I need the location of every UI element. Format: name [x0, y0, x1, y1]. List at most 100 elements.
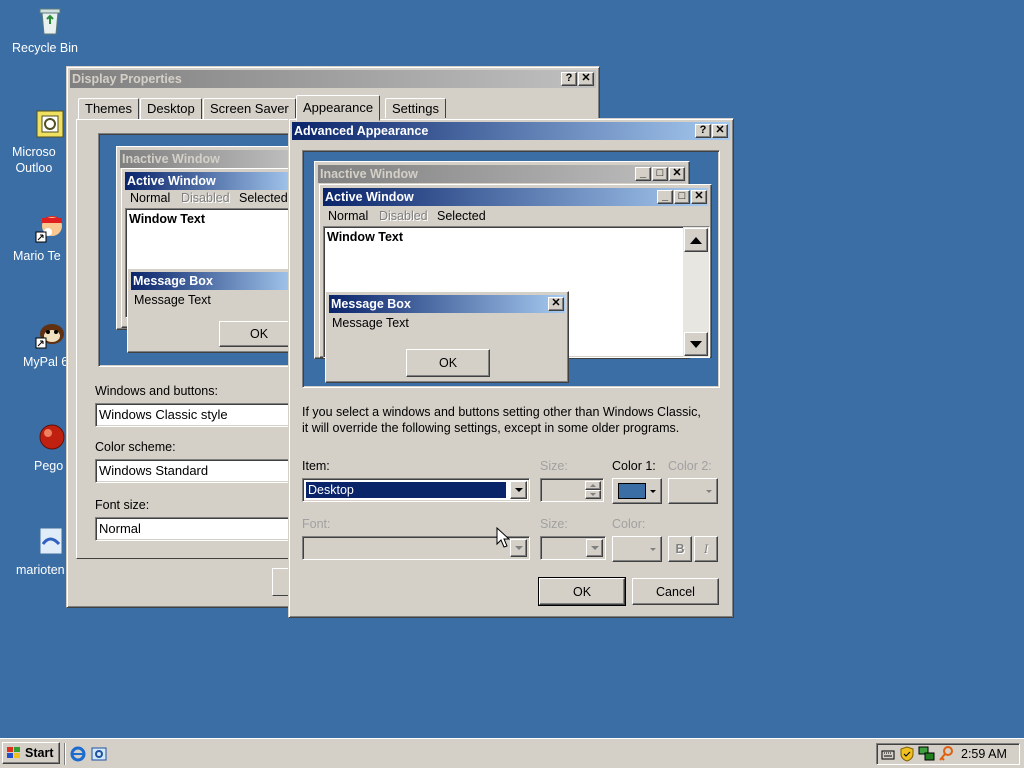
taskbar: Start 2:59 AM — [0, 738, 1024, 768]
size-spinner[interactable] — [540, 478, 604, 502]
icon-label: MyPal 6 — [23, 355, 69, 369]
color2-picker[interactable] — [668, 478, 718, 504]
icon-label: Microso Outloo — [12, 145, 56, 175]
help-button[interactable]: ? — [561, 72, 577, 86]
bold-button[interactable]: B — [668, 536, 692, 562]
close-button[interactable]: ✕ — [712, 124, 728, 138]
preview-msgbox-text: Message Text — [134, 293, 211, 307]
adv-preview-active-title: Active Window — [323, 188, 708, 206]
preview-window-text: Window Text — [129, 212, 206, 226]
chevron-down-icon — [650, 489, 656, 493]
document-icon — [34, 526, 66, 558]
item-select[interactable]: Desktop — [302, 478, 530, 502]
font-size-label: Font size: — [95, 498, 150, 512]
font-size-label: Size: — [540, 517, 568, 531]
start-button[interactable]: Start — [2, 742, 60, 764]
scroll-up-icon — [684, 228, 708, 252]
color-scheme-label: Color scheme: — [95, 440, 176, 454]
cancel-button[interactable]: Cancel — [632, 578, 719, 605]
preview-active-title: Active Window — [125, 172, 297, 190]
adv-preview-menu-disabled: Disabled — [379, 209, 428, 223]
close-icon: ✕ — [548, 297, 564, 311]
info-text-line2: it will override the following settings,… — [302, 421, 680, 435]
font-color-picker[interactable] — [612, 536, 662, 562]
minimize-icon: _ — [635, 167, 651, 181]
key-icon[interactable] — [938, 746, 954, 765]
close-icon: ✕ — [669, 167, 685, 181]
preview-menu-disabled: Disabled — [181, 191, 230, 205]
display-properties-titlebar[interactable]: Display Properties ? ✕ — [70, 70, 596, 88]
preview-menu-selected: Selected — [239, 191, 288, 205]
icon-label: Pego — [34, 459, 64, 473]
chevron-down-icon[interactable] — [586, 539, 603, 557]
tab-screen-saver[interactable]: Screen Saver — [203, 98, 296, 120]
preview-message-box: Message Box Message Text OK — [127, 268, 299, 353]
pego-icon — [34, 422, 66, 454]
preview-ok-button: OK — [219, 321, 299, 347]
color-swatch — [618, 483, 646, 499]
advanced-appearance-titlebar[interactable]: Advanced Appearance ? ✕ — [292, 122, 730, 140]
adv-preview-msgbox-title: Message Box — [329, 295, 565, 313]
font-color-label: Color: — [612, 517, 646, 531]
info-text-line1: If you select a windows and buttons sett… — [302, 405, 701, 419]
preview-scrollbar — [683, 227, 709, 357]
color1-picker[interactable] — [612, 478, 662, 504]
spin-up-icon[interactable] — [585, 481, 601, 490]
windows-buttons-select[interactable]: Windows Classic style — [95, 403, 295, 427]
system-tray: 2:59 AM — [876, 743, 1020, 765]
font-size-select[interactable]: Normal — [95, 517, 295, 541]
spin-down-icon[interactable] — [585, 490, 601, 499]
font-size-select[interactable] — [540, 536, 606, 560]
item-label: Item: — [302, 459, 330, 473]
desktop-icon-recycle-bin[interactable]: Recycle Bin — [12, 4, 88, 55]
windows-logo-icon — [7, 747, 20, 758]
item-selected-value: Desktop — [305, 481, 507, 499]
scroll-down-icon — [684, 332, 708, 356]
network-icon[interactable] — [918, 746, 936, 765]
size-label: Size: — [540, 459, 568, 473]
close-icon: ✕ — [691, 190, 707, 204]
mypal-icon — [34, 318, 66, 350]
preview-menu-normal: Normal — [130, 191, 171, 205]
chevron-down-icon[interactable] — [510, 481, 527, 499]
recycle-bin-icon — [34, 4, 66, 36]
adv-preview-msgbox-text: Message Text — [332, 316, 409, 330]
tab-desktop[interactable]: Desktop — [140, 98, 202, 120]
adv-preview-ok-button: OK — [406, 349, 490, 377]
adv-preview-window-text: Window Text — [327, 230, 404, 244]
adv-preview-menu-normal: Normal — [328, 209, 369, 223]
maximize-icon: □ — [652, 167, 668, 181]
taskbar-divider — [64, 743, 66, 765]
italic-button[interactable]: I — [694, 536, 718, 562]
keyboard-icon[interactable] — [881, 747, 895, 764]
color-scheme-select[interactable]: Windows Standard — [95, 459, 295, 483]
preview-inactive-title: Inactive Window — [120, 150, 297, 168]
icon-label: Recycle Bin — [12, 41, 78, 55]
window-title: Display Properties — [72, 72, 182, 86]
outlook-express-icon[interactable] — [91, 746, 107, 765]
tab-themes[interactable]: Themes — [78, 98, 139, 120]
adv-preview-inactive-title: Inactive Window — [318, 165, 686, 183]
clock[interactable]: 2:59 AM — [961, 747, 1007, 761]
color2-label: Color 2: — [668, 459, 712, 473]
font-label: Font: — [302, 517, 331, 531]
adv-preview-message-box: Message Box ✕ Message Text OK — [325, 291, 569, 383]
outlook-icon — [34, 108, 66, 140]
mouse-cursor-icon — [496, 526, 511, 552]
close-button[interactable]: ✕ — [578, 72, 594, 86]
tab-appearance[interactable]: Appearance — [296, 95, 381, 121]
icon-label: marioten — [16, 563, 65, 577]
windows-buttons-label: Windows and buttons: — [95, 384, 218, 398]
chevron-down-icon — [706, 489, 712, 493]
shield-icon[interactable] — [899, 746, 915, 765]
color1-label: Color 1: — [612, 459, 656, 473]
maximize-icon: □ — [674, 190, 690, 204]
ok-button[interactable]: OK — [538, 577, 626, 606]
icon-label: Mario Te — [13, 249, 61, 263]
ie-icon[interactable] — [70, 746, 86, 765]
minimize-icon: _ — [657, 190, 673, 204]
help-button[interactable]: ? — [695, 124, 711, 138]
tab-settings[interactable]: Settings — [385, 98, 446, 120]
chevron-down-icon[interactable] — [510, 539, 527, 557]
preview-msgbox-title: Message Box — [131, 272, 297, 290]
